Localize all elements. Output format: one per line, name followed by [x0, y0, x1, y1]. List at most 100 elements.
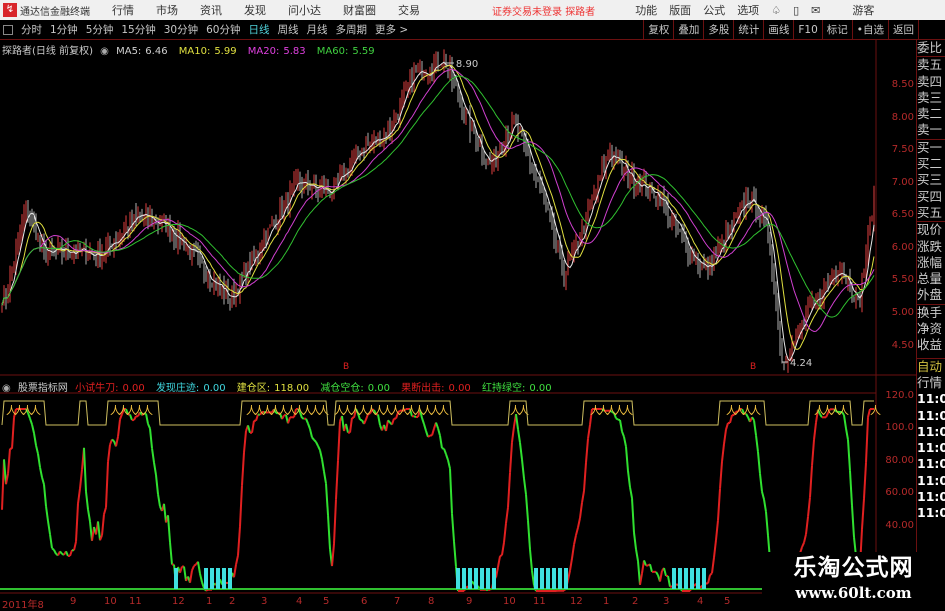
indicator-segment	[32, 424, 34, 433]
signal-bar	[456, 568, 460, 589]
quote-label[interactable]: 委比	[917, 40, 945, 56]
date-axis-label: 11	[129, 596, 142, 607]
quote-label[interactable]: 买三	[917, 172, 945, 188]
indicator-segment	[582, 491, 584, 503]
ma20-label: MA20:	[248, 46, 280, 57]
quote-label[interactable]: 换手	[917, 304, 945, 321]
tick-label[interactable]: 行情	[917, 375, 945, 391]
quote-label[interactable]: 卖一	[917, 122, 945, 138]
indicator-segment	[306, 419, 308, 424]
quote-sidebar: 委比卖五卖四卖三卖二卖一买一买二买三买四买五现价涨跌涨幅总量外盘换手净资收益自动…	[916, 40, 945, 585]
indicator-segment	[862, 498, 864, 529]
indicator-segment	[6, 474, 8, 484]
indicator-axis-label: 120.0	[878, 390, 914, 401]
indicator-segment	[668, 576, 670, 587]
legend-toggle-icon[interactable]: ◉	[2, 383, 11, 394]
indicator-segment	[42, 477, 44, 484]
indicator-value: 0.00	[449, 383, 471, 394]
quote-label[interactable]: 收益	[917, 337, 945, 353]
indicator-segment	[428, 436, 430, 437]
indicator-segment	[240, 485, 242, 526]
quote-label[interactable]: 买一	[917, 139, 945, 156]
quote-label[interactable]: 卖二	[917, 106, 945, 122]
indicator-segment	[580, 503, 582, 518]
signal-bar	[222, 568, 226, 589]
indicator-segment	[154, 462, 156, 475]
quote-label[interactable]: 现价	[917, 221, 945, 238]
indicator-segment	[766, 512, 768, 536]
signal-bar	[564, 568, 568, 589]
indicator-segment	[392, 419, 394, 425]
quote-label[interactable]: 买二	[917, 156, 945, 172]
indicator-label: 建仓区:	[237, 383, 270, 394]
indicator-value: 0.00	[529, 383, 551, 394]
indicator-segment	[334, 499, 336, 544]
price-axis-label: 6.50	[878, 209, 914, 220]
signal-bar	[552, 568, 556, 589]
indicator-segment	[328, 515, 330, 549]
indicator-segment	[530, 549, 532, 570]
indicator-segment	[806, 517, 808, 534]
auto-label[interactable]: 自动	[917, 358, 945, 375]
signal-bar	[684, 568, 688, 589]
indicator-segment	[244, 431, 246, 452]
indicator-segment	[848, 440, 850, 471]
indicator-segment	[498, 556, 500, 567]
indicator-segment	[510, 442, 512, 473]
signal-bar	[210, 568, 214, 589]
indicator-segment	[526, 495, 528, 521]
indicator-value: 0.00	[368, 383, 390, 394]
legend-toggle-icon[interactable]: ◉	[100, 46, 109, 57]
indicator-segment	[758, 452, 760, 474]
price-legend: 探路者(日线 前复权) ◉ MA5:6.46 MA10:5.99 MA20:5.…	[2, 42, 383, 57]
indicator-segment	[664, 568, 666, 576]
indicator-segment	[714, 540, 716, 557]
signal-bar	[534, 568, 538, 589]
indicator-segment	[364, 419, 366, 423]
indicator-segment	[846, 428, 848, 439]
indicator-segment	[60, 551, 62, 553]
indicator-segment	[288, 417, 290, 423]
date-axis-label: 6	[361, 596, 367, 607]
indicator-segment	[466, 586, 468, 587]
date-axis-label: 3	[663, 596, 669, 607]
signal-bar	[474, 568, 478, 589]
indicator-segment	[520, 443, 522, 460]
indicator-segment	[54, 550, 56, 554]
quote-label[interactable]: 涨跌	[917, 239, 945, 255]
indicator-segment	[650, 564, 652, 572]
indicator-segment	[84, 448, 86, 492]
date-axis-label: 4	[296, 596, 302, 607]
quote-label[interactable]: 卖五	[917, 56, 945, 73]
indicator-segment	[422, 418, 424, 424]
indicator-segment	[318, 446, 320, 450]
quote-label[interactable]: 外盘	[917, 287, 945, 303]
indicator-segment	[522, 459, 524, 478]
indicator-segment	[756, 435, 758, 452]
indicator-segment	[108, 445, 110, 462]
indicator-segment	[314, 440, 316, 442]
price-axis-label: 5.50	[878, 274, 914, 285]
indicator-segment	[436, 423, 438, 429]
quote-label[interactable]: 卖三	[917, 90, 945, 106]
buy-figure-icon: 人	[870, 404, 881, 417]
tick-time: 11:08	[917, 505, 945, 521]
indicator-segment	[98, 521, 100, 540]
chart-canvas[interactable]: 8.904.24人人人人人人人人人人人人人人人人人人人人人人人人人人人人人人人人…	[0, 0, 945, 609]
indicator-segment	[184, 567, 186, 581]
quote-label[interactable]: 净资	[917, 321, 945, 337]
quote-label[interactable]: 卖四	[917, 74, 945, 90]
indicator-segment	[724, 430, 726, 444]
ma60-value: 5.59	[352, 46, 374, 57]
quote-label[interactable]: 总量	[917, 271, 945, 287]
quote-label[interactable]: 买五	[917, 205, 945, 221]
indicator-segment	[444, 449, 446, 454]
indicator-label: 小试牛刀:	[75, 383, 118, 394]
quote-label[interactable]: 买四	[917, 189, 945, 205]
low-price-label: 4.24	[790, 358, 812, 369]
indicator-segment	[80, 470, 82, 489]
quote-label[interactable]: 涨幅	[917, 255, 945, 271]
tick-time: 11:02	[917, 440, 945, 456]
indicator-segment	[762, 492, 764, 500]
ma5-label: MA5:	[116, 46, 141, 57]
